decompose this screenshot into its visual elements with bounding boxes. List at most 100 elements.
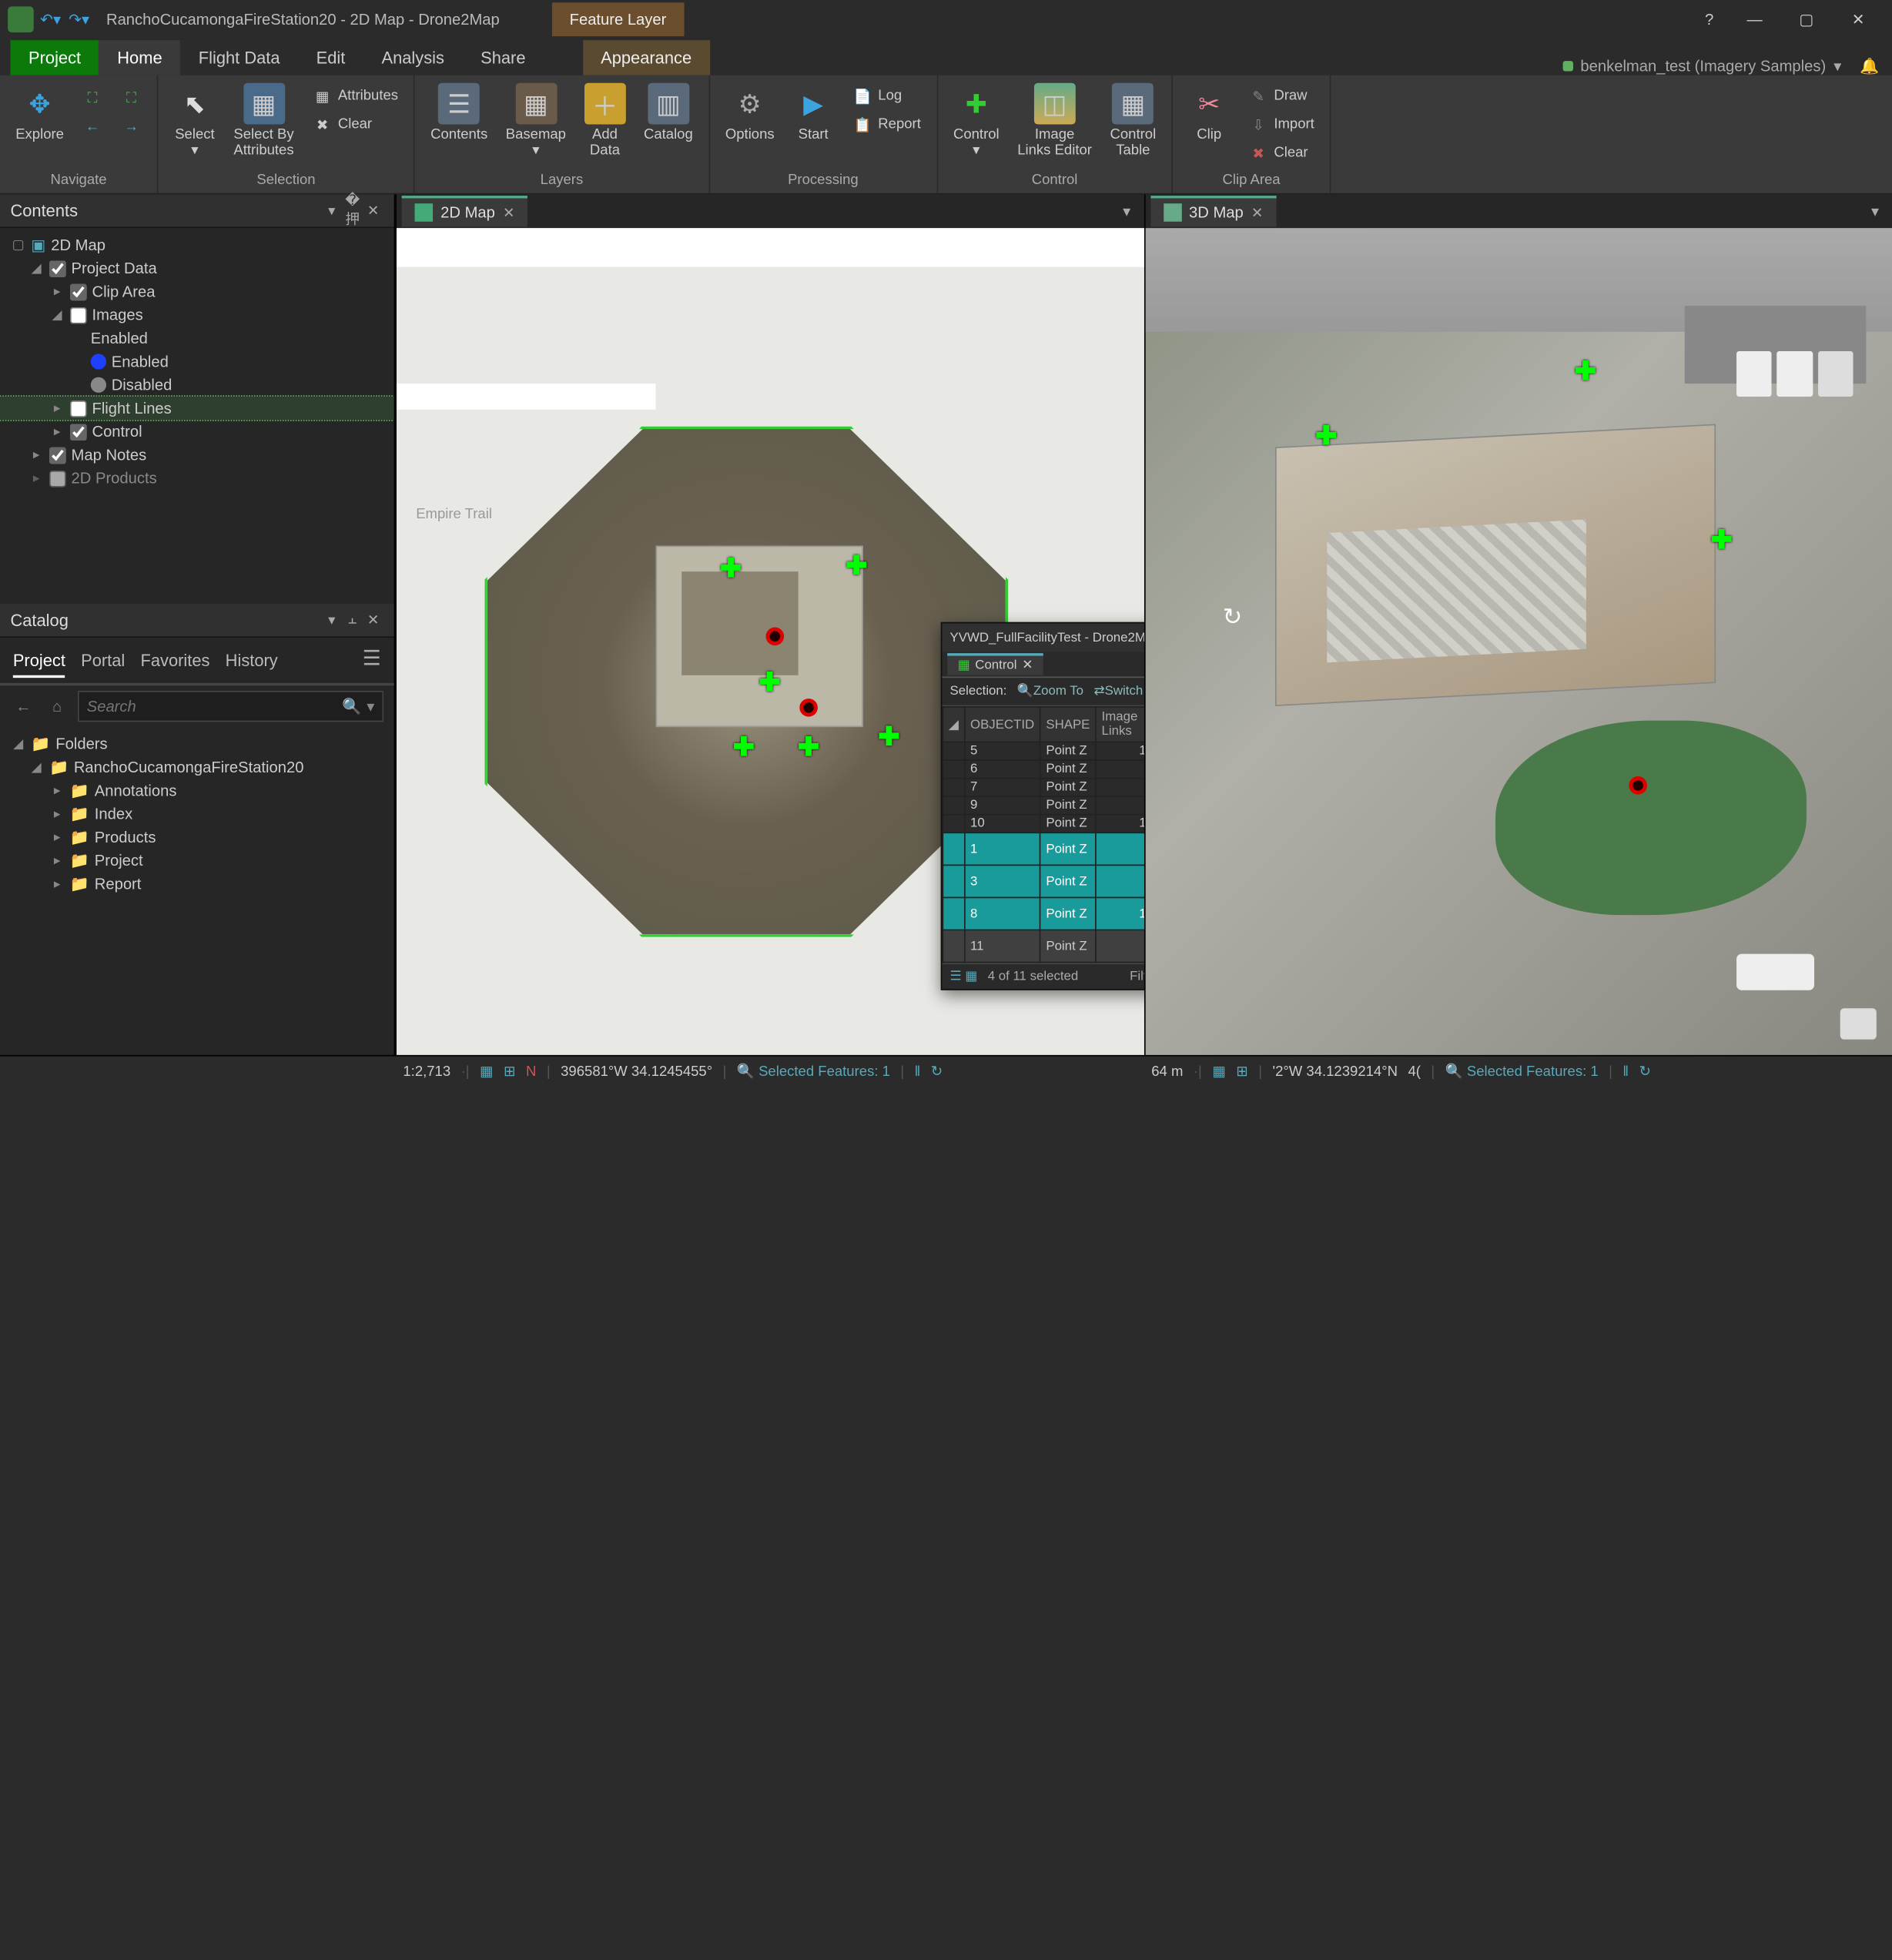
catalog-tab-history[interactable]: History: [226, 645, 278, 675]
catalog-options-icon[interactable]: ▾: [321, 611, 342, 628]
maximize-button[interactable]: ▢: [1780, 0, 1832, 39]
tree-2d-products[interactable]: ▸2D Products: [0, 467, 394, 490]
status-icon[interactable]: ▦: [1212, 1063, 1226, 1080]
checkpoint-marker[interactable]: [766, 628, 785, 646]
cat-report[interactable]: ▸📁Report: [0, 873, 394, 896]
gcp-marker[interactable]: ✚: [877, 725, 900, 748]
refresh-icon[interactable]: ↻: [1639, 1063, 1652, 1080]
catalog-tab-favorites[interactable]: Favorites: [140, 645, 209, 675]
select-button[interactable]: ⬉ Select▾: [169, 80, 220, 161]
gcp-marker[interactable]: ✚: [758, 670, 781, 693]
gcp-marker[interactable]: ✚: [732, 735, 755, 758]
tree-map[interactable]: ▢▣2D Map: [0, 233, 394, 256]
gcp-marker[interactable]: ✚: [797, 735, 820, 758]
add-data-button[interactable]: ＋Add Data: [579, 80, 631, 161]
draw-button[interactable]: ✎Draw: [1243, 83, 1320, 109]
clear-clip-button[interactable]: ✖Clear: [1243, 140, 1320, 166]
compass-icon[interactable]: ↻: [1223, 604, 1242, 631]
tab-edit[interactable]: Edit: [298, 40, 363, 75]
tab-share[interactable]: Share: [463, 40, 544, 75]
help-button[interactable]: ?: [1689, 10, 1728, 28]
status-icon[interactable]: ▦: [480, 1063, 494, 1080]
gcp-marker-3d[interactable]: ✚: [1314, 424, 1338, 447]
tree-project-data[interactable]: ◢Project Data: [0, 256, 394, 280]
view-3d-close-icon[interactable]: ✕: [1251, 204, 1264, 221]
search-dropdown-icon[interactable]: ▾: [367, 697, 374, 715]
selected-features[interactable]: 🔍 Selected Features: 1: [737, 1063, 890, 1080]
selected-features-3d[interactable]: 🔍 Selected Features: 1: [1445, 1063, 1599, 1080]
attr-tab-close-icon[interactable]: ✕: [1022, 658, 1033, 673]
view-3d-dropdown-icon[interactable]: ▾: [1864, 203, 1887, 221]
tab-analysis[interactable]: Analysis: [363, 40, 463, 75]
tree-disabled[interactable]: Disabled: [0, 374, 394, 397]
status-icon[interactable]: ⊞: [504, 1063, 516, 1080]
cat-products[interactable]: ▸📁Products: [0, 826, 394, 849]
attr-zoom-to-button[interactable]: 🔍Zoom To: [1017, 685, 1083, 699]
navigator-icon[interactable]: [1840, 1008, 1877, 1039]
clip-button[interactable]: ✂Clip: [1184, 80, 1235, 145]
attributes-button[interactable]: ▦Attributes: [306, 83, 403, 109]
tab-appearance[interactable]: Appearance: [583, 40, 710, 75]
clear-selection-button[interactable]: ✖Clear: [306, 112, 403, 138]
options-button[interactable]: ⚙Options: [720, 80, 779, 145]
notification-bell-icon[interactable]: 🔔: [1860, 57, 1879, 75]
catalog-tab-project[interactable]: Project: [13, 645, 65, 678]
tab-home[interactable]: Home: [99, 40, 180, 75]
contents-close-icon[interactable]: ✕: [363, 203, 383, 219]
scale-value[interactable]: 1:2,713: [403, 1064, 450, 1079]
cat-folders[interactable]: ◢📁Folders: [0, 732, 394, 756]
full-extent-button[interactable]: ⛶: [77, 85, 108, 112]
view-3d-tab[interactable]: 3D Map ✕: [1150, 196, 1277, 226]
status-icon[interactable]: ⊞: [1236, 1063, 1248, 1080]
tab-flight-data[interactable]: Flight Data: [180, 40, 298, 75]
view-2d-dropdown-icon[interactable]: ▾: [1115, 203, 1138, 221]
cat-project-folder[interactable]: ◢📁RanchoCucamongaFireStation20: [0, 756, 394, 779]
image-links-button[interactable]: ◫Image Links Editor: [1012, 80, 1097, 161]
tree-enabled[interactable]: Enabled: [0, 350, 394, 373]
tree-flight-lines[interactable]: ▸Flight Lines: [0, 397, 394, 420]
tree-map-notes[interactable]: ▸Map Notes: [0, 444, 394, 467]
view-2d-tab[interactable]: 2D Map ✕: [402, 196, 528, 226]
contents-pin-icon[interactable]: �押: [342, 192, 363, 230]
select-by-attributes-button[interactable]: ▦ Select By Attributes: [229, 80, 300, 161]
contents-button[interactable]: ☰Contents: [425, 80, 493, 145]
catalog-tab-portal[interactable]: Portal: [81, 645, 125, 675]
view-2d-close-icon[interactable]: ✕: [503, 204, 515, 221]
basemap-button[interactable]: ▦Basemap▾: [501, 80, 571, 161]
tree-images[interactable]: ◢Images: [0, 303, 394, 327]
start-button[interactable]: ▶Start: [788, 80, 839, 145]
catalog-menu-icon[interactable]: ☰: [363, 645, 381, 675]
undo-button[interactable]: ↶▾: [39, 8, 62, 31]
pause-icon[interactable]: ‖: [915, 1064, 921, 1079]
next-extent-button[interactable]: →: [116, 114, 146, 140]
gcp-marker-3d[interactable]: ✚: [1574, 359, 1597, 382]
gcp-marker-3d[interactable]: ✚: [1710, 528, 1733, 551]
report-button[interactable]: 📋Report: [847, 112, 926, 138]
close-button[interactable]: ✕: [1833, 0, 1884, 39]
cat-annotations[interactable]: ▸📁Annotations: [0, 779, 394, 802]
tree-clip-area[interactable]: ▸Clip Area: [0, 280, 394, 303]
attr-tab-control[interactable]: ▦Control✕: [947, 653, 1043, 675]
log-button[interactable]: 📄Log: [847, 83, 926, 109]
minimize-button[interactable]: —: [1729, 0, 1780, 39]
user-info[interactable]: benkelman_test (Imagery Samples) ▾ 🔔: [1549, 57, 1892, 75]
distance-value[interactable]: 64 m: [1151, 1064, 1183, 1079]
gcp-marker[interactable]: ✚: [719, 556, 742, 579]
bookmark-button[interactable]: ⛶: [116, 85, 146, 112]
import-button[interactable]: ⇩Import: [1243, 112, 1320, 138]
tree-control[interactable]: ▸Control: [0, 420, 394, 443]
control-table-button[interactable]: ▦Control Table: [1105, 80, 1161, 161]
checkpoint-marker-3d[interactable]: [1629, 776, 1647, 795]
gcp-marker[interactable]: ✚: [845, 554, 868, 577]
catalog-pin-icon[interactable]: ⫠: [342, 611, 363, 628]
status-icon[interactable]: N: [526, 1064, 536, 1079]
catalog-search-input[interactable]: [87, 697, 343, 715]
checkpoint-marker[interactable]: [799, 699, 818, 717]
attr-switch-button[interactable]: ⇄Switch: [1094, 685, 1144, 699]
attr-view-toggle[interactable]: ☰ ▦: [950, 970, 978, 984]
pause-icon[interactable]: ‖: [1622, 1064, 1629, 1079]
control-button[interactable]: ✚Control▾: [948, 80, 1004, 161]
catalog-close-icon[interactable]: ✕: [363, 611, 383, 628]
prev-extent-button[interactable]: ←: [77, 114, 108, 140]
redo-button[interactable]: ↷▾: [68, 8, 91, 31]
